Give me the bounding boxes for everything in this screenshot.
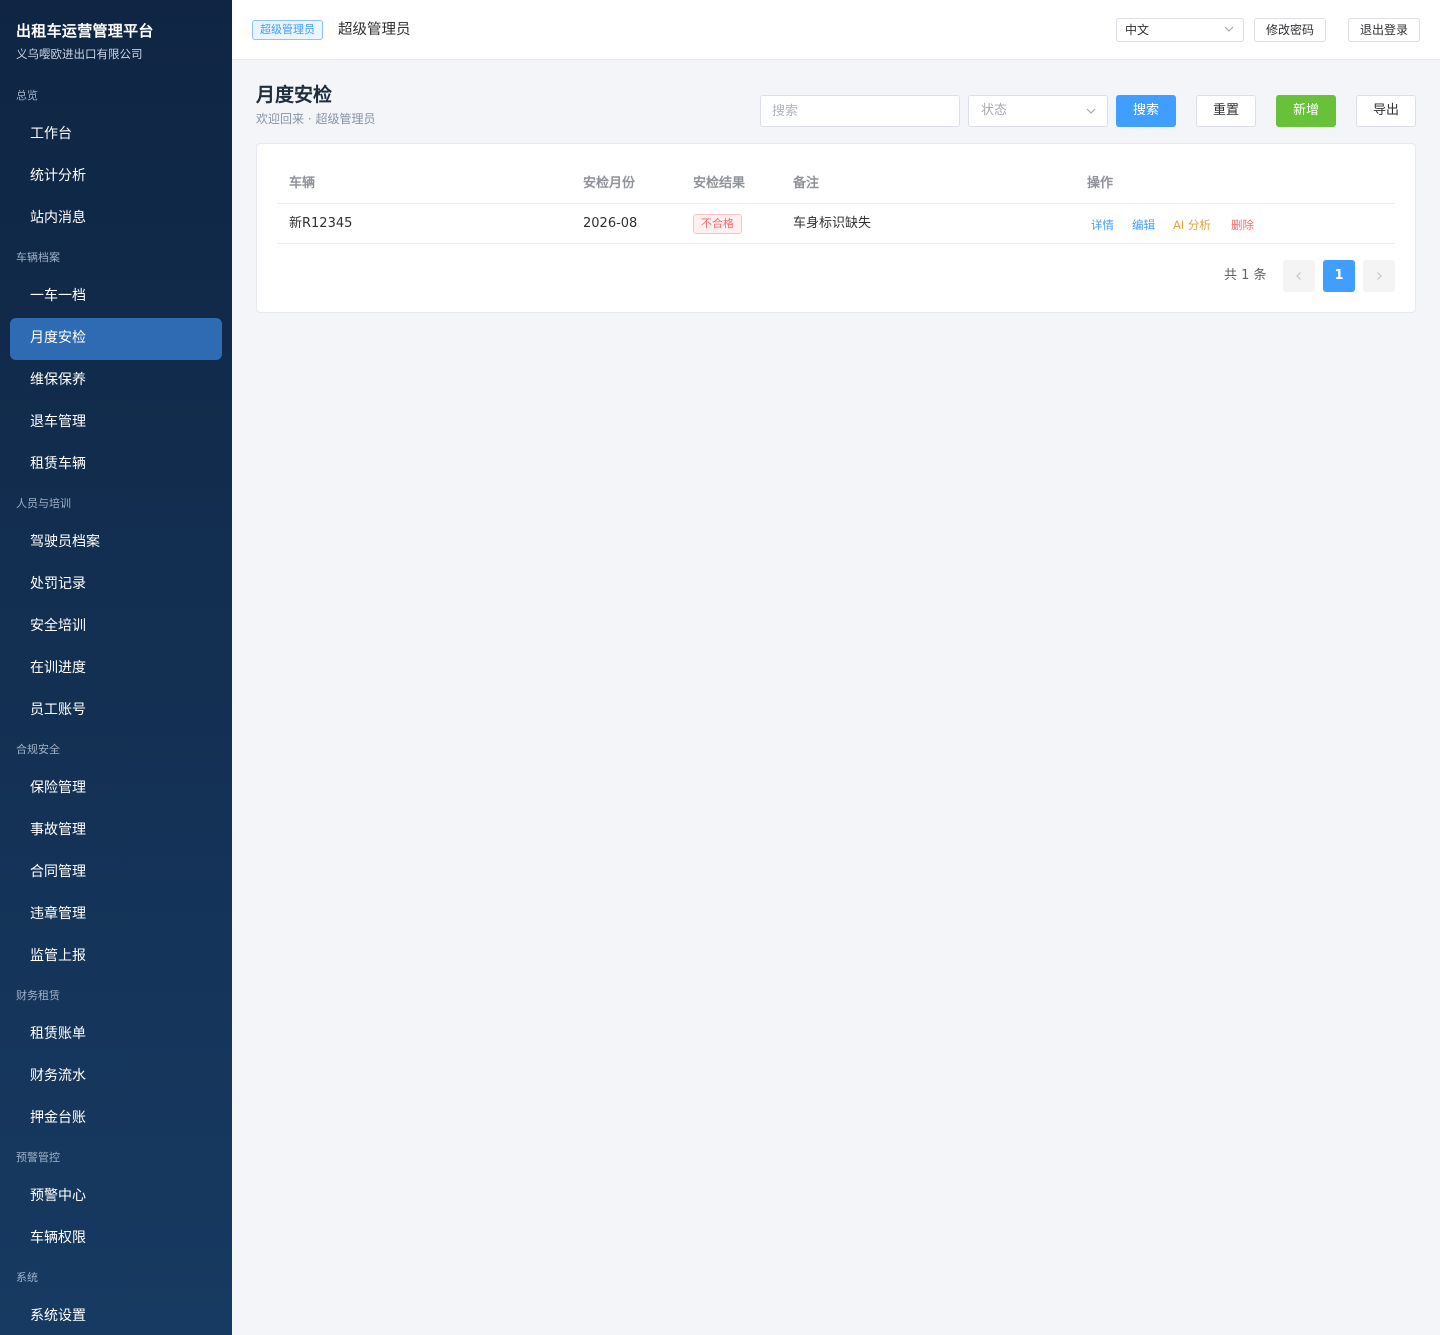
sidebar-item[interactable]: 月度安检: [10, 318, 222, 360]
sidebar-group-title: 财务租赁: [16, 989, 60, 1002]
result-fail-tag: 不合格: [693, 213, 742, 234]
sidebar-item[interactable]: 押金台账: [10, 1098, 222, 1140]
col-result: 安检结果: [693, 176, 746, 191]
status-select[interactable]: 状态: [968, 95, 1108, 127]
col-actions: 操作: [1087, 176, 1114, 191]
sidebar-item[interactable]: 一车一档: [10, 276, 222, 318]
brand: 出租车运营管理平台 义乌嘤欧进出口有限公司: [0, 0, 232, 78]
brand-subtitle: 义乌嘤欧进出口有限公司: [16, 47, 143, 61]
search-button[interactable]: 搜索: [1116, 95, 1176, 127]
sidebar-item[interactable]: 预警中心: [10, 1176, 222, 1218]
sidebar-item[interactable]: 租赁账单: [10, 1014, 222, 1056]
pagination-total: 共 1 条: [1224, 268, 1267, 283]
cell-month: 2026-08: [583, 216, 638, 231]
status-placeholder: 状态: [981, 103, 1008, 118]
sidebar: 出租车运营管理平台 义乌嘤欧进出口有限公司 总览工作台 统计分析 站内消息车辆档案一…: [0, 0, 232, 1335]
col-remark: 备注: [793, 176, 820, 191]
inspection-table: 车辆 安检月份 安检结果 备注 操作 新R12345 2026-08 不合格 车…: [277, 164, 1395, 244]
sidebar-item[interactable]: 站内消息: [10, 198, 222, 240]
page-title: 月度安检: [256, 84, 333, 106]
add-button[interactable]: 新增: [1276, 95, 1336, 127]
change-password-button[interactable]: 修改密码: [1254, 18, 1326, 42]
chevron-down-icon: [1224, 26, 1234, 32]
sidebar-item[interactable]: 系统设置: [10, 1296, 222, 1335]
table-card: 车辆 安检月份 安检结果 备注 操作 新R12345 2026-08 不合格 车…: [256, 143, 1416, 313]
sidebar-item[interactable]: 租赁车辆: [10, 444, 222, 486]
sidebar-item[interactable]: 财务流水: [10, 1056, 222, 1098]
sidebar-item[interactable]: 安全培训: [10, 606, 222, 648]
sidebar-group-title: 合规安全: [16, 743, 60, 756]
detail-link[interactable]: 详情: [1091, 204, 1114, 246]
sidebar-item[interactable]: 事故管理: [10, 810, 222, 852]
sidebar-item[interactable]: 车辆权限: [10, 1218, 222, 1260]
sidebar-group-title: 人员与培训: [16, 497, 71, 510]
reset-button[interactable]: 重置: [1196, 95, 1256, 127]
sidebar-item[interactable]: 保险管理: [10, 768, 222, 810]
cell-result: 不合格: [693, 204, 742, 244]
sidebar-item[interactable]: 统计分析: [10, 156, 222, 198]
sidebar-group-title: 总览: [16, 89, 38, 102]
chevron-right-icon: [1377, 271, 1382, 280]
ai-analysis-link[interactable]: AI 分析: [1173, 204, 1211, 246]
prev-page-button[interactable]: [1283, 260, 1315, 292]
cell-remark: 车身标识缺失: [793, 216, 872, 231]
sidebar-item[interactable]: 员工账号: [10, 690, 222, 732]
sidebar-item[interactable]: 监管上报: [10, 936, 222, 978]
page-number-current[interactable]: 1: [1323, 260, 1355, 292]
chevron-down-icon: [1086, 108, 1096, 114]
cell-vehicle: 新R12345: [289, 216, 353, 231]
logout-button[interactable]: 退出登录: [1348, 18, 1420, 42]
col-month: 安检月份: [583, 176, 636, 191]
sidebar-item[interactable]: 合同管理: [10, 852, 222, 894]
sidebar-nav: 总览工作台 统计分析 站内消息车辆档案一车一档 月度安检 维保保养 退车管理 租赁车辆人员与…: [0, 78, 232, 1335]
language-value: 中文: [1125, 23, 1150, 37]
sidebar-group-title: 系统: [16, 1271, 38, 1284]
language-select[interactable]: 中文: [1116, 18, 1244, 42]
col-vehicle: 车辆: [289, 176, 316, 191]
search-input[interactable]: [760, 95, 960, 127]
sidebar-item[interactable]: 在训进度: [10, 648, 222, 690]
table-row: 新R12345 2026-08 不合格 车身标识缺失 详情 编辑 AI 分析 删…: [277, 204, 1395, 244]
sidebar-item[interactable]: 驾驶员档案: [10, 522, 222, 564]
sidebar-item[interactable]: 维保保养: [10, 360, 222, 402]
role-name: 超级管理员: [338, 22, 411, 38]
edit-link[interactable]: 编辑: [1132, 204, 1155, 246]
export-button[interactable]: 导出: [1356, 95, 1416, 127]
delete-link[interactable]: 删除: [1231, 204, 1254, 246]
table-header: 车辆 安检月份 安检结果 备注 操作: [277, 164, 1395, 204]
top-header: 超级管理员 超级管理员 中文 修改密码 退出登录: [232, 0, 1440, 60]
next-page-button[interactable]: [1363, 260, 1395, 292]
chevron-left-icon: [1296, 271, 1301, 280]
sidebar-group-title: 车辆档案: [16, 251, 60, 264]
role-badge: 超级管理员: [252, 20, 323, 40]
sidebar-item[interactable]: 工作台: [10, 114, 222, 156]
sidebar-item[interactable]: 违章管理: [10, 894, 222, 936]
sidebar-group-title: 预警管控: [16, 1151, 60, 1164]
sidebar-item[interactable]: 处罚记录: [10, 564, 222, 606]
page-subtitle: 欢迎回来 · 超级管理员: [256, 112, 376, 126]
sidebar-item[interactable]: 退车管理: [10, 402, 222, 444]
brand-title: 出租车运营管理平台: [16, 22, 154, 40]
